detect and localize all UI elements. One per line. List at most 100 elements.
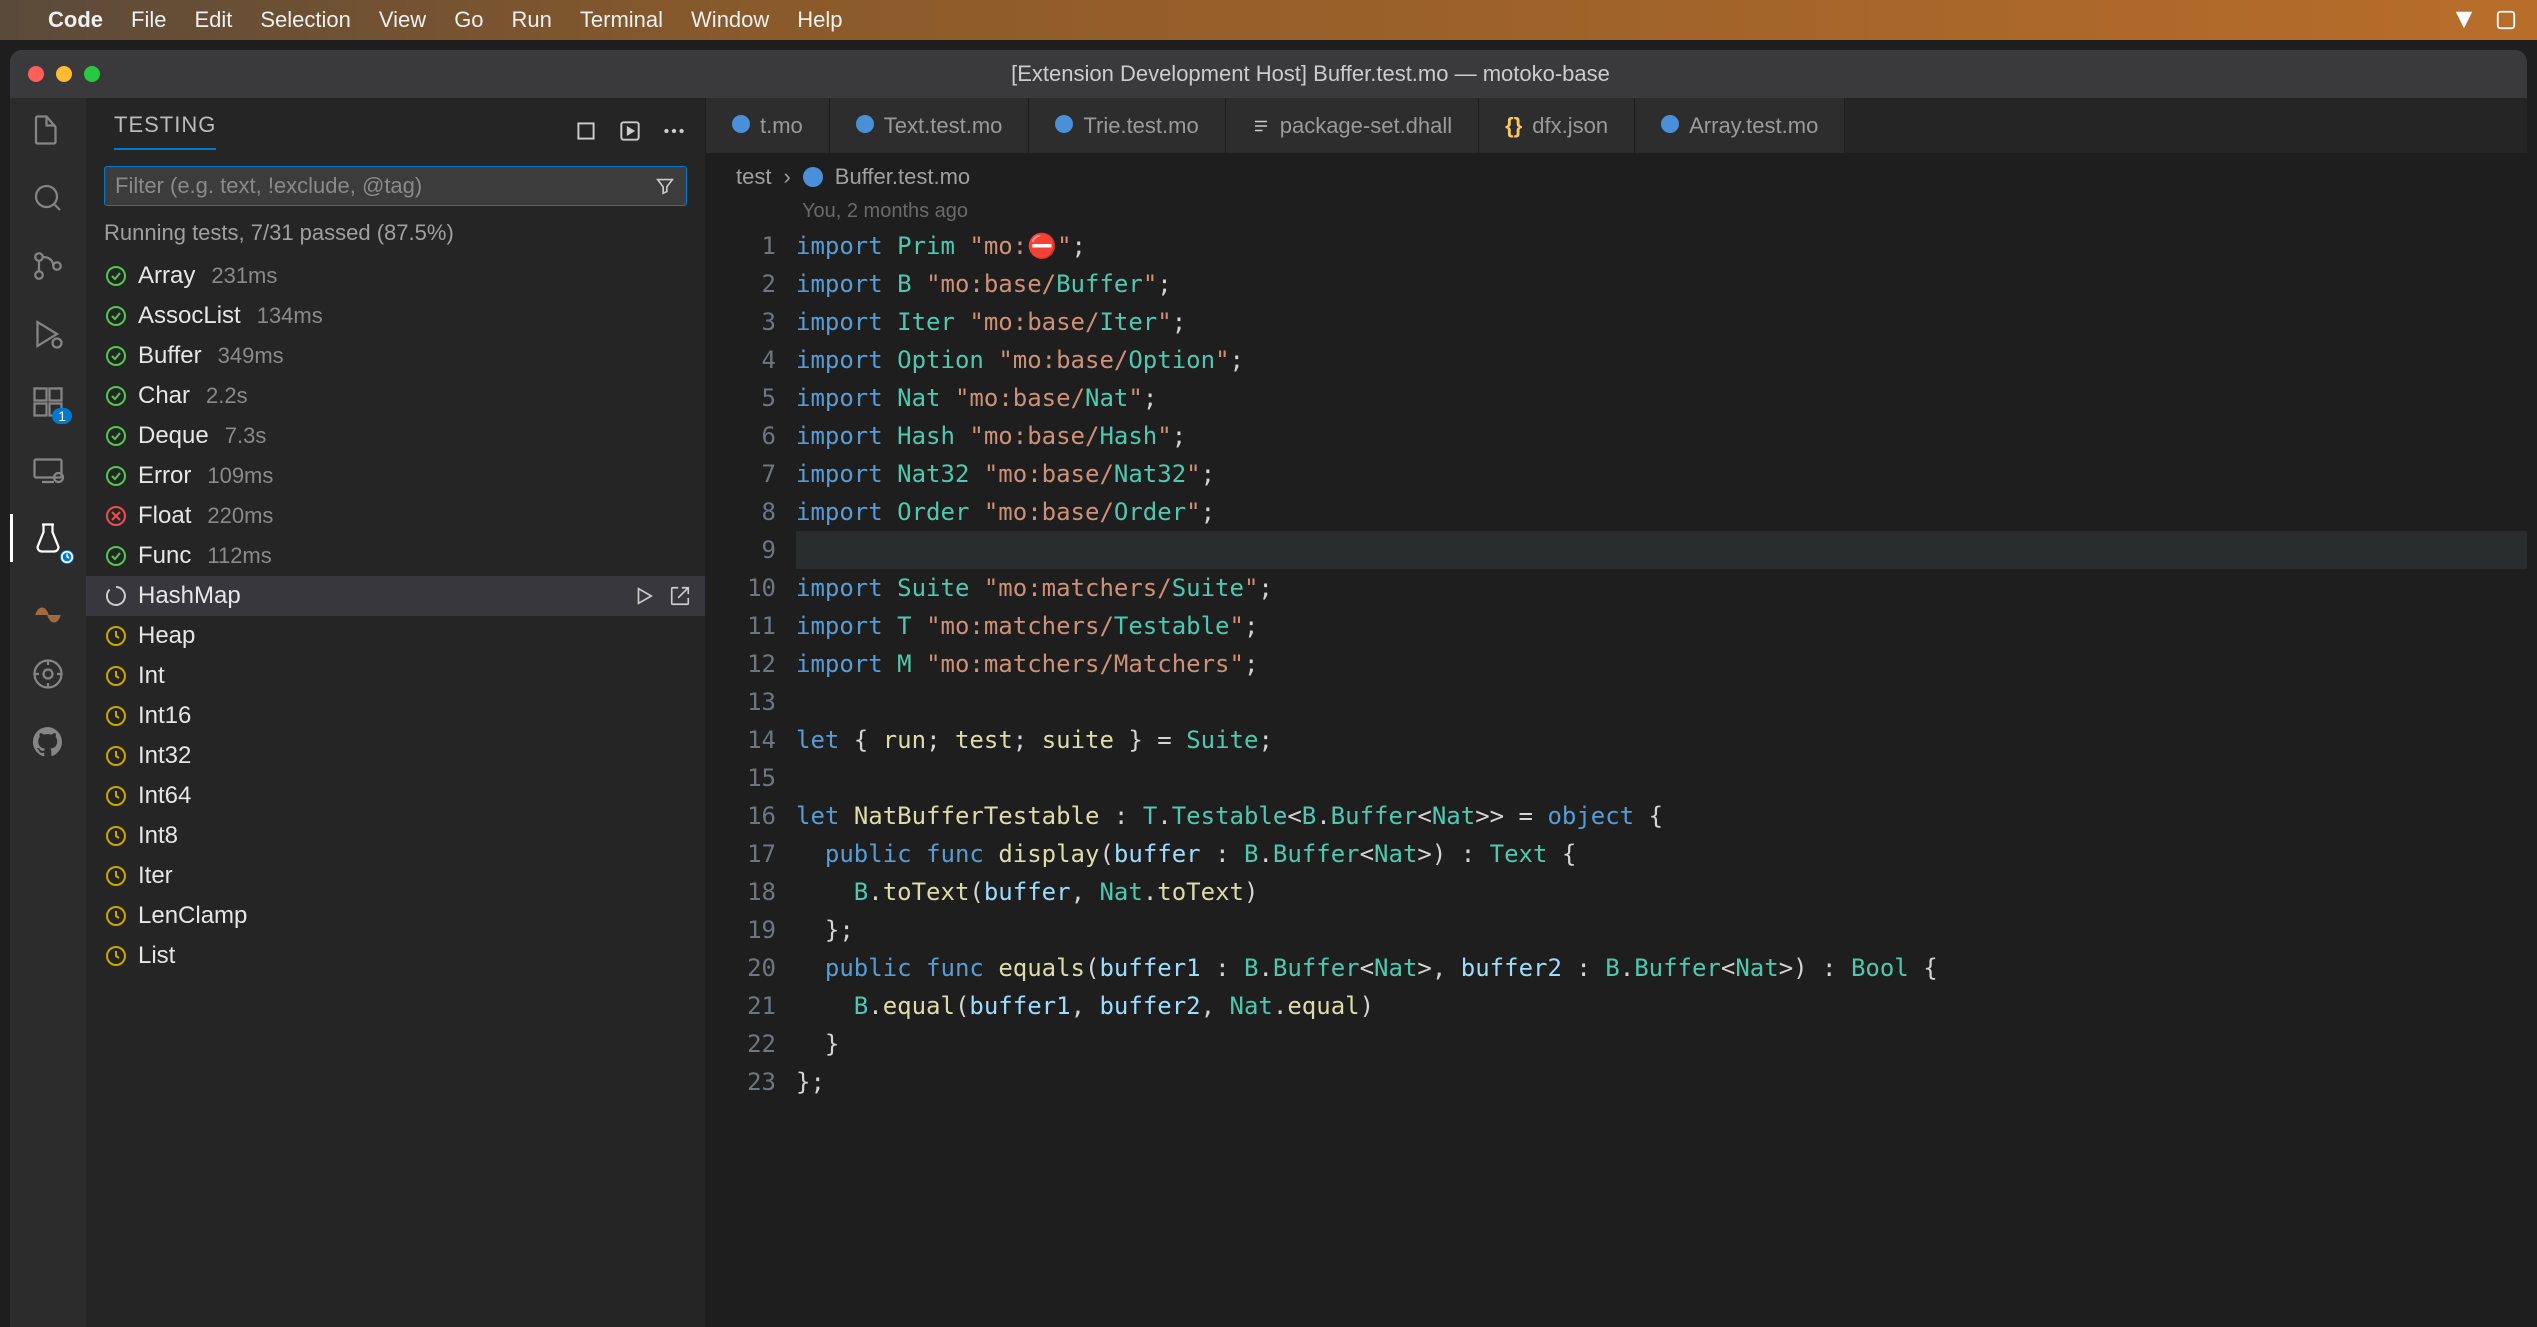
editor-tab[interactable]: package-set.dhall <box>1226 98 1479 153</box>
menu-selection[interactable]: Selection <box>260 7 351 33</box>
test-item-iter[interactable]: Iter <box>86 856 705 896</box>
sidebar-header: TESTING <box>86 98 705 160</box>
minimize-window-button[interactable] <box>56 66 72 82</box>
source-control-icon[interactable] <box>28 246 68 286</box>
menu-app[interactable]: Code <box>48 7 103 33</box>
test-item-int[interactable]: Int <box>86 656 705 696</box>
test-duration: 220ms <box>207 503 273 529</box>
activity-bar: 1 <box>10 98 86 1327</box>
menu-help[interactable]: Help <box>797 7 842 33</box>
menu-run[interactable]: Run <box>512 7 552 33</box>
menu-file[interactable]: File <box>131 7 166 33</box>
vscode-window: [Extension Development Host] Buffer.test… <box>10 50 2527 1327</box>
test-state-icon <box>104 784 128 808</box>
test-item-list[interactable]: List <box>86 936 705 976</box>
menu-go[interactable]: Go <box>454 7 483 33</box>
stop-tests-icon[interactable] <box>573 118 599 144</box>
test-state-icon <box>104 664 128 688</box>
test-name: Int64 <box>138 782 191 810</box>
run-debug-icon[interactable] <box>28 314 68 354</box>
menu-terminal[interactable]: Terminal <box>580 7 663 33</box>
test-item-int64[interactable]: Int64 <box>86 776 705 816</box>
test-duration: 112ms <box>207 543 271 569</box>
run-test-icon[interactable] <box>633 585 655 607</box>
filter-icon[interactable] <box>654 175 676 197</box>
close-window-button[interactable] <box>28 66 44 82</box>
test-filter-field[interactable] <box>115 173 654 199</box>
breadcrumb-file-icon <box>803 167 823 187</box>
debug-tests-icon[interactable] <box>617 118 643 144</box>
test-list: Array 231ms AssocList 134ms Buffer 349ms… <box>86 256 705 1327</box>
editor-tab[interactable]: Text.test.mo <box>830 98 1030 153</box>
git-blame-annotation: You, 2 months ago <box>706 200 2527 227</box>
test-item-array[interactable]: Array 231ms <box>86 256 705 296</box>
test-item-char[interactable]: Char 2.2s <box>86 376 705 416</box>
tab-label: Text.test.mo <box>884 113 1003 139</box>
editor-tab[interactable]: Trie.test.mo <box>1029 98 1225 153</box>
remote-explorer-icon[interactable] <box>28 450 68 490</box>
test-item-assoclist[interactable]: AssocList 134ms <box>86 296 705 336</box>
editor-tab[interactable]: Array.test.mo <box>1635 98 1845 153</box>
test-item-float[interactable]: Float 220ms <box>86 496 705 536</box>
goto-test-icon[interactable] <box>669 585 691 607</box>
test-state-icon <box>104 544 128 568</box>
file-icon <box>1055 113 1073 139</box>
test-state-icon <box>104 864 128 888</box>
zoom-window-button[interactable] <box>84 66 100 82</box>
test-item-int32[interactable]: Int32 <box>86 736 705 776</box>
test-state-icon <box>104 744 128 768</box>
test-item-hashmap[interactable]: HashMap <box>86 576 705 616</box>
menu-view[interactable]: View <box>379 7 426 33</box>
extensions-icon[interactable]: 1 <box>28 382 68 422</box>
sidebar-title: TESTING <box>114 112 216 150</box>
editor-tab[interactable]: {}dfx.json <box>1479 98 1635 153</box>
test-name: Int16 <box>138 702 191 730</box>
chevron-right-icon: › <box>783 164 790 190</box>
test-status: Running tests, 7/31 passed (87.5%) <box>86 216 705 256</box>
gitlens-icon[interactable] <box>28 654 68 694</box>
tab-label: dfx.json <box>1532 113 1608 139</box>
search-icon[interactable] <box>28 178 68 218</box>
test-item-int8[interactable]: Int8 <box>86 816 705 856</box>
test-item-deque[interactable]: Deque 7.3s <box>86 416 705 456</box>
editor-area: t.mo Text.test.mo Trie.test.mo package-set.… <box>706 98 2527 1327</box>
test-filter-input[interactable] <box>104 166 687 206</box>
test-duration: 231ms <box>211 263 277 289</box>
testing-icon[interactable] <box>28 518 68 558</box>
test-name: List <box>138 942 175 970</box>
test-state-icon <box>104 384 128 408</box>
test-item-lenclamp[interactable]: LenClamp <box>86 896 705 936</box>
test-name: Int <box>138 662 165 690</box>
macos-menubar: Code File Edit Selection View Go Run Ter… <box>0 0 2537 40</box>
test-item-func[interactable]: Func 112ms <box>86 536 705 576</box>
code-content[interactable]: import Prim "mo:⛔";import B "mo:base/Buf… <box>796 227 2527 1327</box>
test-item-error[interactable]: Error 109ms <box>86 456 705 496</box>
test-state-icon <box>104 584 128 608</box>
test-name: Array <box>138 262 195 290</box>
editor-tab[interactable]: t.mo <box>706 98 830 153</box>
test-item-int16[interactable]: Int16 <box>86 696 705 736</box>
tab-label: package-set.dhall <box>1280 113 1452 139</box>
test-item-heap[interactable]: Heap <box>86 616 705 656</box>
test-duration: 7.3s <box>225 423 267 449</box>
test-state-icon <box>104 904 128 928</box>
menu-window[interactable]: Window <box>691 7 769 33</box>
test-name: Deque <box>138 422 209 450</box>
github-icon[interactable] <box>28 722 68 762</box>
file-icon <box>1661 113 1679 139</box>
bookmark-icon[interactable] <box>28 586 68 626</box>
test-name: Int8 <box>138 822 178 850</box>
menubar-indicator-icon[interactable] <box>2453 9 2475 31</box>
breadcrumb[interactable]: test › Buffer.test.mo <box>706 154 2527 200</box>
explorer-icon[interactable] <box>28 110 68 150</box>
menu-edit[interactable]: Edit <box>194 7 232 33</box>
breadcrumb-file[interactable]: Buffer.test.mo <box>835 164 970 190</box>
menubar-app-icon[interactable] <box>2495 9 2517 31</box>
code-editor[interactable]: 1234567891011121314151617181920212223 im… <box>706 227 2527 1327</box>
test-duration: 2.2s <box>206 383 248 409</box>
test-item-buffer[interactable]: Buffer 349ms <box>86 336 705 376</box>
test-name: Func <box>138 542 191 570</box>
breadcrumb-folder[interactable]: test <box>736 164 771 190</box>
test-state-icon <box>104 504 128 528</box>
more-actions-icon[interactable] <box>661 118 687 144</box>
